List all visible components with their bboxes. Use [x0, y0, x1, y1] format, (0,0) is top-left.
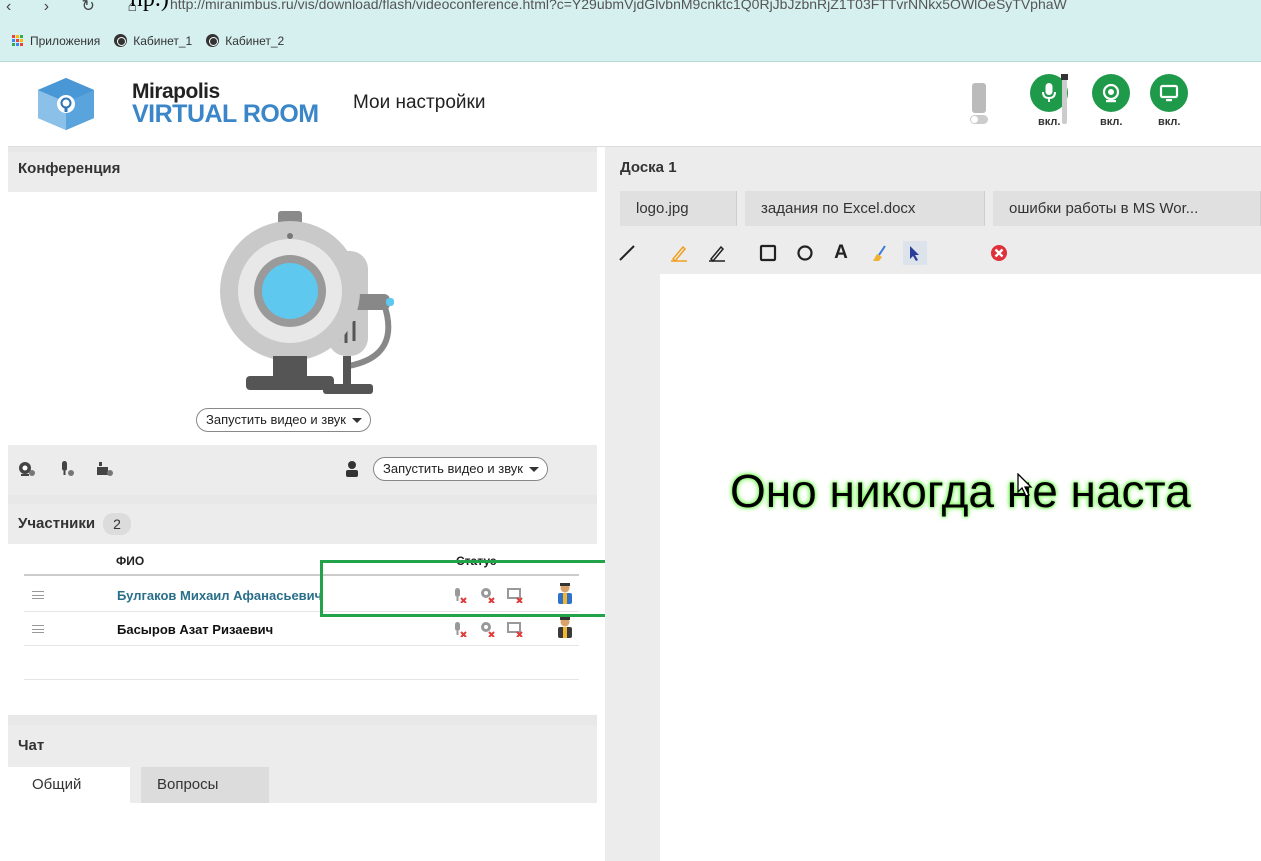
file-tab[interactable]: logo.jpg — [620, 191, 737, 226]
url-field[interactable]: http://miranimbus.ru/vis/download/flash/… — [170, 0, 1067, 12]
chat-tabs: Общий Вопросы — [18, 767, 597, 803]
start-video-sound-dropdown-bottom[interactable]: Запустить видео и звук — [373, 457, 548, 481]
file-tab[interactable]: задания по Excel.docx — [745, 191, 985, 226]
participants-count-badge: 2 — [103, 513, 131, 535]
overlay-document-text: пр.) — [130, 0, 169, 13]
volume-slider[interactable] — [1061, 74, 1068, 124]
screen-icon — [1159, 84, 1179, 102]
tab-questions[interactable]: Вопросы — [141, 767, 269, 803]
screen-share-button[interactable] — [1150, 74, 1188, 112]
chevron-down-icon — [352, 418, 362, 423]
browser-address-bar: ‹ › ↻ ⌂ http://miranimbus.ru/vis/downloa… — [0, 0, 1261, 20]
app-header: Mirapolis VIRTUAL ROOM Мои настройки вкл… — [8, 62, 1261, 147]
mirapolis-logo-icon — [38, 78, 94, 130]
clear-icon[interactable] — [989, 243, 1009, 263]
chat-panel: Чат Общий Вопросы — [8, 725, 597, 861]
bookmark-item[interactable]: Кабинет_2 — [206, 34, 284, 48]
conference-panel: Конференция Запустить видео и звук Запус… — [8, 152, 597, 495]
screen-share-status: вкл. — [1158, 116, 1181, 128]
webcam-icon — [1102, 83, 1120, 103]
start-video-sound-label: Запустить видео и звук — [206, 412, 346, 427]
tab-general[interactable]: Общий — [18, 767, 130, 803]
push-to-talk-icon[interactable] — [972, 83, 986, 113]
app-window: ‹ › ↻ ⌂ http://miranimbus.ru/vis/downloa… — [0, 0, 1261, 861]
drawing-toolbar: A — [605, 235, 1261, 271]
participant-name[interactable]: Булгаков Михаил Афанасьевич — [117, 588, 322, 603]
bookmarks-bar: Приложения Кабинет_1 Кабинет_2 — [0, 20, 1261, 62]
bookmark-apps[interactable]: Приложения — [12, 34, 100, 48]
conference-toolbar: Запустить видео и звук — [8, 445, 597, 495]
whiteboard-canvas[interactable]: Оно никогда не наста — [660, 274, 1261, 861]
left-column: Конференция Запустить видео и звук Запус… — [8, 147, 597, 861]
file-tab[interactable]: ошибки работы в MS Wor... — [993, 191, 1261, 226]
mic-settings-icon[interactable] — [58, 461, 76, 477]
board-title: Доска 1 — [620, 159, 677, 176]
status-highlight-frame — [320, 560, 618, 617]
mouse-cursor-icon — [1017, 473, 1033, 497]
text-icon[interactable]: A — [831, 242, 851, 263]
apps-grid-icon — [12, 34, 24, 47]
webcam-settings-icon[interactable] — [18, 461, 36, 477]
brand-product: VIRTUAL ROOM — [132, 100, 319, 128]
globe-icon — [206, 34, 220, 47]
video-stage: Запустить видео и звук — [8, 192, 597, 445]
mic-off-icon[interactable] — [451, 621, 467, 637]
bookmark-apps-label: Приложения — [30, 33, 101, 48]
column-name-header: ФИО — [116, 554, 145, 568]
rectangle-icon[interactable] — [758, 243, 778, 263]
bookmark-label: Кабинет_2 — [225, 33, 285, 48]
chat-title: Чат — [8, 725, 597, 767]
pointer-icon[interactable] — [903, 241, 927, 265]
user-icon — [346, 461, 358, 477]
table-row-empty — [24, 646, 579, 680]
bookmark-label: Кабинет_1 — [133, 33, 193, 48]
line-icon[interactable] — [617, 243, 637, 263]
webcam-status: вкл. — [1100, 116, 1123, 128]
board-text: Оно никогда не наста — [730, 465, 1191, 517]
eraser-icon[interactable] — [869, 243, 889, 263]
screen-off-icon[interactable] — [507, 621, 523, 637]
chevron-down-icon — [529, 467, 539, 472]
my-settings-link[interactable]: Мои настройки — [353, 92, 485, 114]
table-row[interactable]: Басыров Азат Ризаевич — [24, 612, 579, 646]
participants-title: Участники — [18, 515, 96, 532]
circle-icon[interactable] — [795, 243, 815, 263]
participants-header: Участники 2 — [8, 504, 597, 544]
participant-name[interactable]: Басыров Азат Ризаевич — [117, 622, 273, 637]
camera-settings-icon[interactable] — [96, 461, 114, 477]
conference-title: Конференция — [8, 152, 597, 192]
start-video-sound-dropdown[interactable]: Запустить видео и звук — [196, 408, 371, 432]
whiteboard-panel: Доска 1 logo.jpg задания по Excel.docx о… — [605, 147, 1261, 861]
microphone-status: вкл. — [1038, 116, 1061, 128]
drag-handle-icon[interactable] — [32, 625, 44, 633]
pencil-icon[interactable] — [669, 243, 689, 263]
participant-icon — [558, 617, 572, 638]
webcam-off-icon[interactable] — [479, 621, 495, 637]
drag-handle-icon[interactable] — [32, 591, 44, 599]
microphone-icon — [1042, 83, 1056, 102]
webcam-microphone-illustration-icon — [220, 211, 394, 394]
webcam-button[interactable] — [1092, 74, 1130, 112]
start-video-sound-label: Запустить видео и звук — [383, 461, 523, 476]
bookmark-item[interactable]: Кабинет_1 — [114, 34, 192, 48]
globe-icon — [114, 34, 128, 47]
push-to-talk-toggle[interactable] — [970, 115, 988, 124]
marker-icon[interactable] — [707, 243, 727, 263]
